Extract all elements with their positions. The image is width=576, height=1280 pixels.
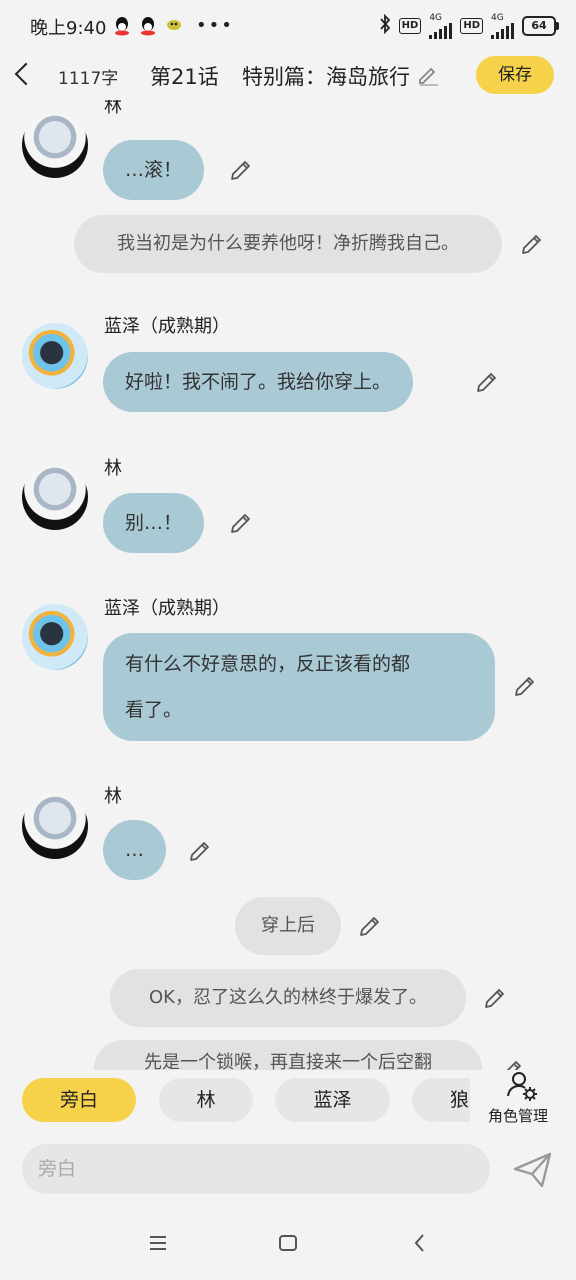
message-bubble[interactable]: 别…！	[103, 493, 205, 553]
hd-badge: HD	[460, 18, 483, 34]
avatar-lin[interactable]	[22, 112, 88, 178]
edit-icon[interactable]	[475, 370, 499, 394]
avatar-lin[interactable]	[22, 464, 88, 530]
chip-lanze[interactable]: 蓝泽	[275, 1078, 390, 1122]
chapter-title: 特别篇：海岛旅行	[242, 65, 410, 89]
message-input[interactable]	[22, 1144, 474, 1194]
status-right: HD 4G HD 4G 64	[379, 12, 559, 40]
speaker-name: 蓝泽（成熟期）	[104, 316, 230, 337]
back-nav-icon[interactable]	[408, 1225, 432, 1261]
word-count: 1117字	[58, 69, 119, 89]
app-notify-icon	[164, 16, 184, 36]
chip-wolf[interactable]: 狼	[412, 1078, 470, 1122]
character-selector: 旁白 林 蓝泽 狼	[0, 1074, 470, 1126]
save-button[interactable]: 保存	[476, 56, 554, 94]
message-line: 看了。	[125, 699, 183, 721]
message-bubble[interactable]: 好啦！我不闹了。我给你穿上。	[103, 352, 414, 412]
chip-lin[interactable]: 林	[159, 1078, 253, 1122]
avatar-lanze[interactable]	[22, 323, 88, 389]
message-bubble[interactable]: …	[103, 820, 166, 880]
edit-icon[interactable]	[188, 839, 212, 863]
back-icon[interactable]	[12, 60, 36, 90]
more-notifications-icon: •••	[196, 15, 234, 36]
speaker-name: 林	[104, 100, 122, 117]
message-bubble[interactable]: 有什么不好意思的，反正该看的都 看了。	[103, 633, 495, 741]
edit-icon[interactable]	[513, 674, 537, 698]
qq-icon	[112, 16, 132, 36]
hd-badge: HD	[398, 18, 422, 34]
message-input-container	[22, 1144, 490, 1194]
signal-icon	[429, 22, 453, 39]
narration-bubble[interactable]: 我当初是为什么要养他呀！净折腾我自己。	[74, 215, 502, 273]
edit-icon[interactable]	[483, 986, 507, 1010]
chip-narrator[interactable]: 旁白	[22, 1078, 136, 1122]
battery-icon: 64	[522, 16, 559, 36]
narration-bubble[interactable]: 穿上后	[235, 897, 341, 955]
menu-nav-icon[interactable]	[146, 1225, 170, 1261]
status-time: 晚上9:40	[30, 18, 107, 39]
chat-area[interactable]: 林 …滚！ 我当初是为什么要养他呀！净折腾我自己。 蓝泽（成熟期） 好啦！我不闹…	[0, 100, 576, 1070]
signal-icon	[491, 22, 514, 39]
edit-icon[interactable]	[229, 511, 253, 535]
status-bar: 晚上9:40 ••• HD 4G HD 4G 64	[0, 0, 576, 52]
qq-icon	[138, 16, 158, 36]
edit-icon[interactable]	[358, 914, 382, 938]
bluetooth-icon	[379, 13, 391, 38]
message-line: 有什么不好意思的，反正该看的都	[125, 653, 411, 675]
edit-title-icon[interactable]	[416, 62, 440, 86]
home-nav-icon[interactable]	[276, 1225, 300, 1261]
narration-bubble[interactable]: 先是一个锁喉，再直接来一个后空翻	[94, 1040, 482, 1070]
user-settings-icon	[506, 1070, 540, 1106]
edit-icon[interactable]	[520, 232, 544, 256]
role-manager-label: 角色管理	[488, 1107, 549, 1125]
signal-2: 4G	[491, 13, 514, 39]
chapter-number: 第21话	[150, 65, 219, 89]
narration-bubble[interactable]: OK，忍了这么久的林终于爆发了。	[110, 969, 466, 1027]
speaker-name: 林	[104, 786, 122, 807]
signal-1: 4G	[429, 13, 453, 39]
speaker-name: 蓝泽（成熟期）	[104, 598, 230, 619]
avatar-lin[interactable]	[22, 793, 88, 859]
message-bubble[interactable]: …滚！	[103, 140, 205, 200]
send-icon[interactable]	[512, 1150, 554, 1190]
edit-icon[interactable]	[500, 1058, 524, 1070]
speaker-name: 林	[104, 458, 122, 479]
edit-icon[interactable]	[229, 158, 253, 182]
avatar-lanze[interactable]	[22, 604, 88, 670]
